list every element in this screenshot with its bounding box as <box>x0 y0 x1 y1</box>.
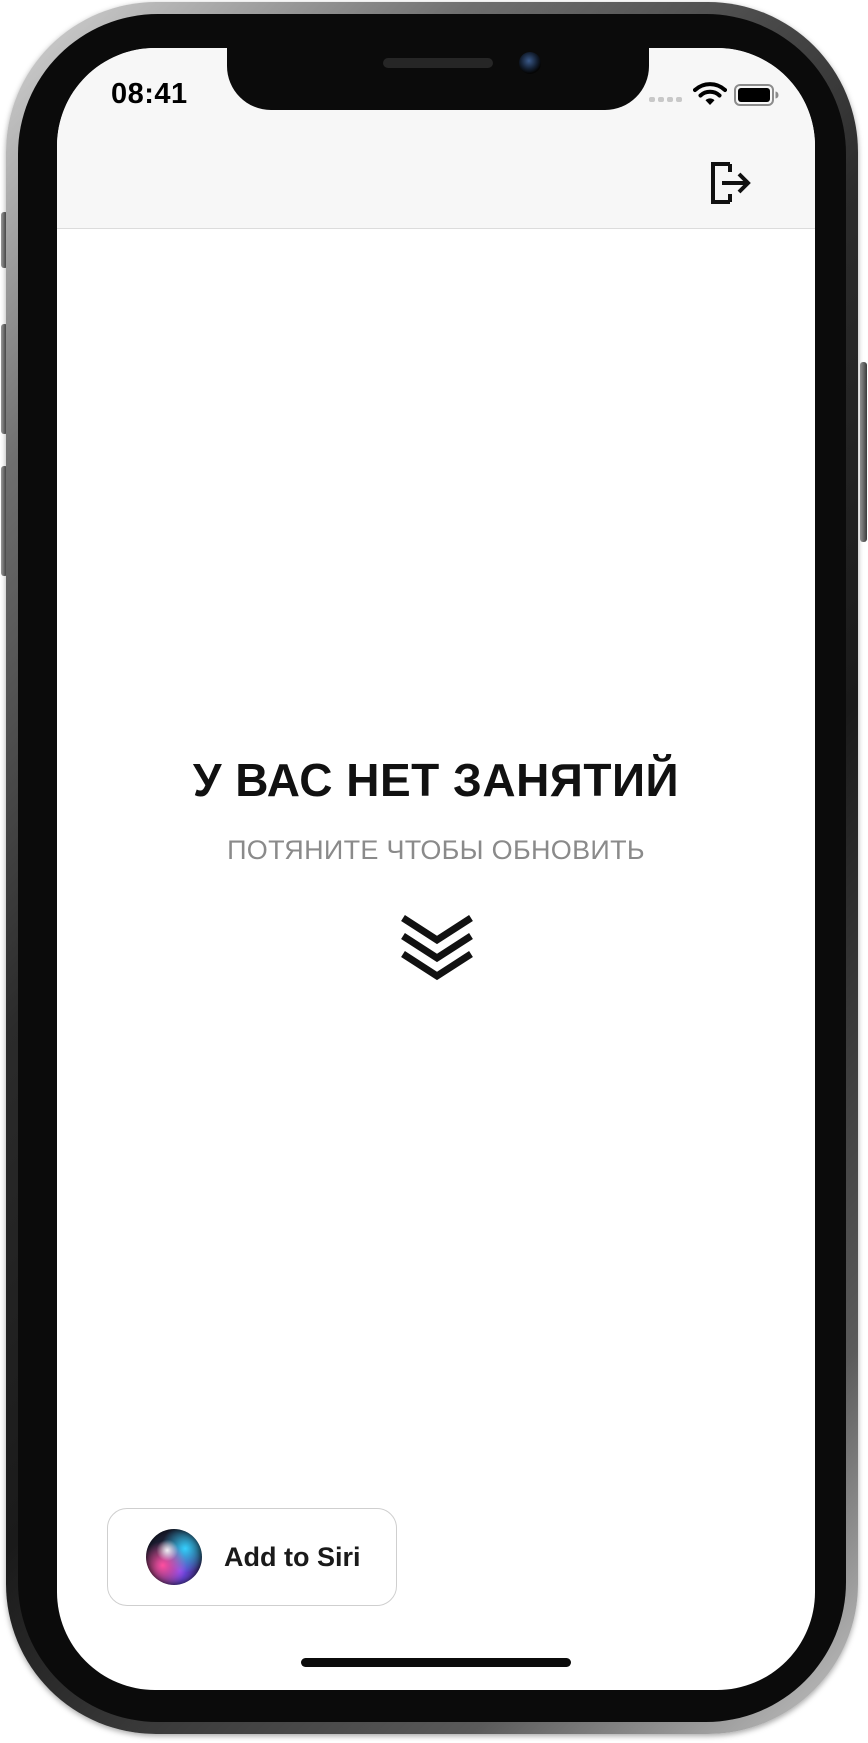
add-to-siri-label: Add to Siri <box>224 1541 361 1572</box>
logout-button[interactable] <box>706 158 756 208</box>
cellular-dots-icon <box>649 97 682 102</box>
double-chevron-down-icon <box>401 915 473 981</box>
home-indicator[interactable] <box>301 1658 571 1667</box>
navigation-bar: 08:41 <box>57 48 815 229</box>
empty-state-title: У ВАС НЕТ ЗАНЯТИЙ <box>192 754 680 806</box>
add-to-siri-button[interactable]: Add to Siri <box>107 1508 397 1606</box>
device-stage: 08:41 У ВАС НЕТ ЗАНЯТИЙ ПОТЯНИТЕ ЧТОБЫ О… <box>0 0 868 1743</box>
siri-icon <box>146 1529 202 1585</box>
power-button <box>860 362 867 542</box>
front-camera <box>519 52 541 74</box>
wifi-icon <box>693 82 727 105</box>
notch <box>227 48 649 110</box>
earpiece-speaker <box>383 58 493 68</box>
battery-icon <box>734 84 779 106</box>
empty-state-subtitle: ПОТЯНИТЕ ЧТОБЫ ОБНОВИТЬ <box>227 835 645 865</box>
logout-icon <box>711 162 751 204</box>
status-time: 08:41 <box>111 78 188 110</box>
app-screen: 08:41 У ВАС НЕТ ЗАНЯТИЙ ПОТЯНИТЕ ЧТОБЫ О… <box>57 48 815 1690</box>
